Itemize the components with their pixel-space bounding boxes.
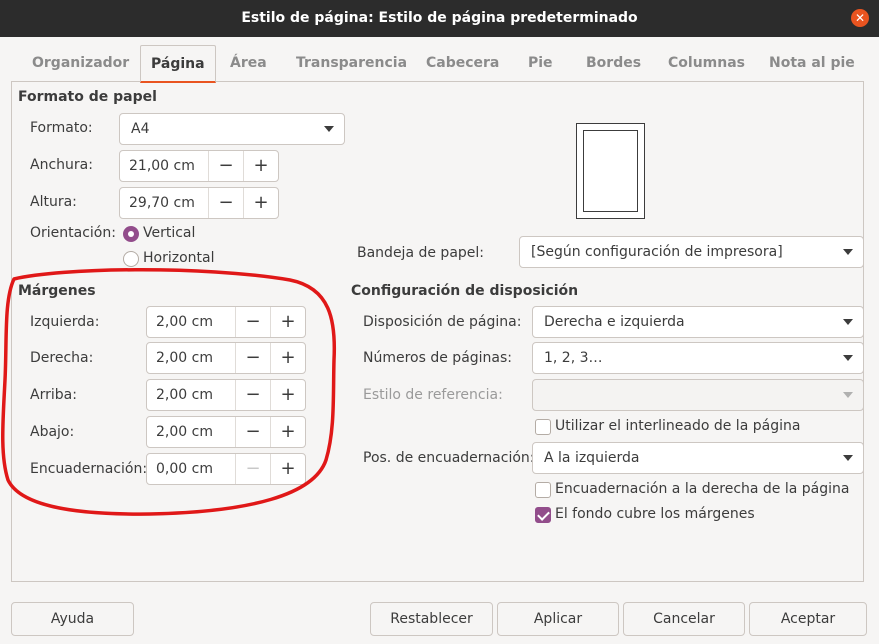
tray-value: [Según configuración de impresora] — [531, 244, 783, 260]
tab-columnas[interactable]: Columnas — [668, 45, 745, 82]
layout-heading: Configuración de disposición — [351, 283, 579, 299]
format-label: Formato: — [30, 120, 93, 136]
gutter-position-label: Pos. de encuadernación: — [363, 450, 535, 466]
margin-top-increment-button[interactable]: + — [270, 380, 305, 410]
reset-button[interactable]: Restablecer — [370, 602, 493, 636]
close-icon[interactable]: ✕ — [851, 9, 869, 27]
title-bar: Estilo de página: Estilo de página prede… — [0, 0, 879, 37]
margin-top-label: Arriba: — [30, 387, 77, 403]
tab-transparencia[interactable]: Transparencia — [296, 45, 407, 82]
use-line-spacing-label[interactable]: Utilizar el interlineado de la página — [555, 418, 800, 434]
width-increment-button[interactable]: + — [243, 151, 278, 181]
margin-left-spinbox[interactable]: 2,00 cm − + — [146, 306, 306, 338]
tab-cabecera[interactable]: Cabecera — [426, 45, 499, 82]
margin-right-value: 2,00 cm — [156, 350, 213, 366]
gutter-value: 0,00 cm — [156, 461, 213, 477]
tab-pagina[interactable]: Página — [140, 45, 216, 83]
tab-organizador[interactable]: Organizador — [32, 45, 129, 82]
margin-bottom-label: Abajo: — [30, 424, 75, 440]
tray-label: Bandeja de papel: — [357, 245, 484, 261]
gutter-increment-button[interactable]: + — [270, 454, 305, 484]
chevron-down-icon — [843, 392, 853, 398]
margin-top-spinbox[interactable]: 2,00 cm − + — [146, 379, 306, 411]
page-preview — [576, 123, 645, 219]
background-covers-checkbox[interactable] — [535, 507, 551, 523]
margin-bottom-increment-button[interactable]: + — [270, 417, 305, 447]
margin-top-decrement-button[interactable]: − — [235, 380, 270, 410]
gutter-spinbox[interactable]: 0,00 cm − + — [146, 453, 306, 485]
height-spinbox[interactable]: 29,70 cm − + — [119, 187, 279, 219]
background-covers-label[interactable]: El fondo cubre los márgenes — [555, 506, 755, 522]
margin-right-decrement-button[interactable]: − — [235, 343, 270, 373]
margin-bottom-spinbox[interactable]: 2,00 cm − + — [146, 416, 306, 448]
margin-bottom-value: 2,00 cm — [156, 424, 213, 440]
margin-top-value: 2,00 cm — [156, 387, 213, 403]
margin-left-decrement-button[interactable]: − — [235, 307, 270, 337]
width-label: Anchura: — [30, 157, 93, 173]
height-value: 29,70 cm — [129, 195, 195, 211]
chevron-down-icon — [843, 249, 853, 255]
page-numbers-label: Números de páginas: — [363, 350, 513, 366]
tab-area[interactable]: Área — [230, 45, 267, 82]
chevron-down-icon — [843, 355, 853, 361]
page-layout-select[interactable]: Derecha e izquierda — [532, 306, 864, 338]
apply-button[interactable]: Aplicar — [497, 602, 619, 636]
tab-pie[interactable]: Pie — [528, 45, 553, 82]
margin-left-value: 2,00 cm — [156, 314, 213, 330]
orientation-vertical-label[interactable]: Vertical — [143, 225, 195, 241]
format-value: A4 — [131, 121, 150, 137]
chevron-down-icon — [843, 319, 853, 325]
page-preview-margins — [583, 130, 638, 212]
orientation-vertical-radio[interactable] — [123, 226, 139, 242]
height-increment-button[interactable]: + — [243, 188, 278, 218]
help-button[interactable]: Ayuda — [11, 602, 134, 636]
gutter-decrement-button: − — [235, 454, 270, 484]
gutter-right-label[interactable]: Encuadernación a la derecha de la página — [555, 481, 849, 497]
width-value: 21,00 cm — [129, 158, 195, 174]
reference-style-label: Estilo de referencia: — [363, 387, 503, 403]
window-title: Estilo de página: Estilo de página prede… — [241, 10, 638, 26]
page-numbers-value: 1, 2, 3… — [544, 350, 603, 366]
tab-bordes[interactable]: Bordes — [586, 45, 641, 82]
reference-style-select — [532, 379, 864, 411]
gutter-position-select[interactable]: A la izquierda — [532, 442, 864, 474]
cancel-button[interactable]: Cancelar — [623, 602, 745, 636]
paper-format-heading: Formato de papel — [18, 89, 157, 105]
tab-bar: Organizador Página Área Transparencia Ca… — [11, 45, 864, 83]
margin-right-label: Derecha: — [30, 350, 94, 366]
margin-bottom-decrement-button[interactable]: − — [235, 417, 270, 447]
gutter-right-checkbox[interactable] — [535, 482, 551, 498]
height-decrement-button[interactable]: − — [208, 188, 243, 218]
margins-heading: Márgenes — [18, 283, 96, 299]
chevron-down-icon — [324, 126, 334, 132]
tray-select[interactable]: [Según configuración de impresora] — [519, 236, 864, 268]
use-line-spacing-checkbox[interactable] — [535, 419, 551, 435]
page-layout-value: Derecha e izquierda — [544, 314, 685, 330]
orientation-horizontal-radio[interactable] — [123, 251, 139, 267]
tab-nota-al-pie[interactable]: Nota al pie — [769, 45, 855, 82]
width-decrement-button[interactable]: − — [208, 151, 243, 181]
gutter-label: Encuadernación: — [30, 461, 148, 477]
width-spinbox[interactable]: 21,00 cm − + — [119, 150, 279, 182]
gutter-position-value: A la izquierda — [544, 450, 640, 466]
margin-left-increment-button[interactable]: + — [270, 307, 305, 337]
ok-button[interactable]: Aceptar — [749, 602, 867, 636]
height-label: Altura: — [30, 194, 77, 210]
margin-right-spinbox[interactable]: 2,00 cm − + — [146, 342, 306, 374]
orientation-horizontal-label[interactable]: Horizontal — [143, 250, 214, 266]
format-select[interactable]: A4 — [119, 113, 345, 145]
orientation-label: Orientación: — [30, 225, 116, 241]
margin-left-label: Izquierda: — [30, 314, 100, 330]
chevron-down-icon — [843, 455, 853, 461]
page-numbers-select[interactable]: 1, 2, 3… — [532, 342, 864, 374]
margin-right-increment-button[interactable]: + — [270, 343, 305, 373]
page-layout-label: Disposición de página: — [363, 314, 522, 330]
